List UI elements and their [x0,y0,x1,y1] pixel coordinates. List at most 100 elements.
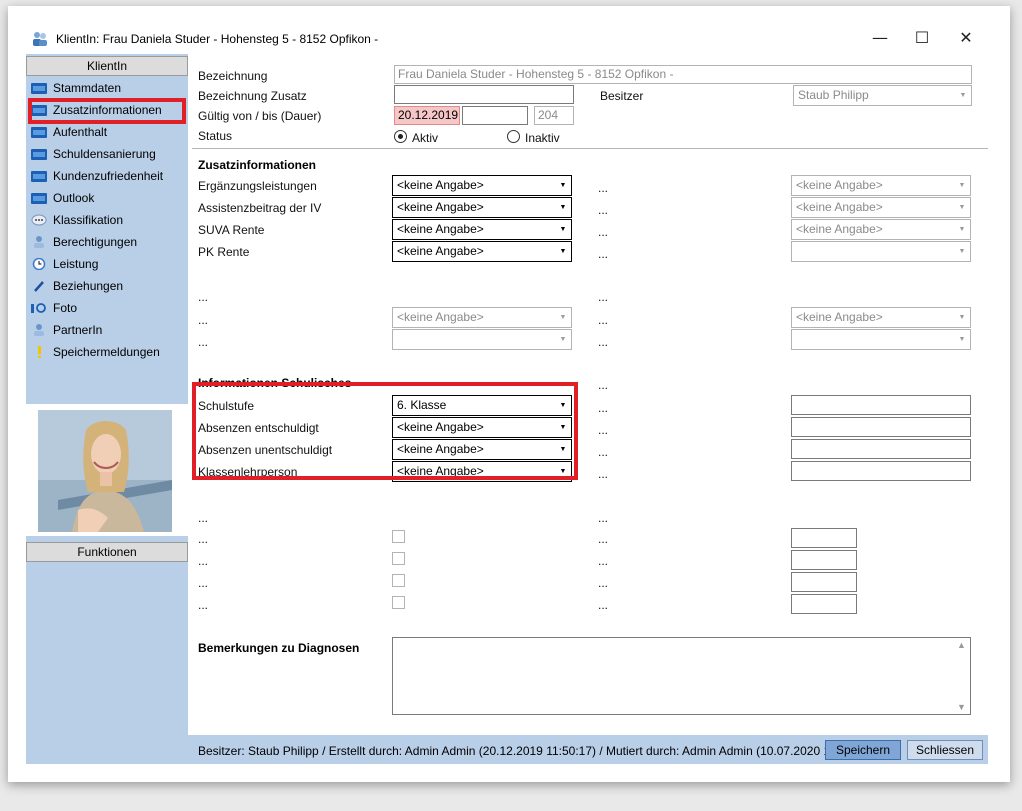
minimize-icon[interactable]: — [870,28,890,48]
schul-checkbox[interactable] [392,530,405,543]
sidebar-item-label: PartnerIn [53,323,103,337]
sidebar-item-kundenzufriedenheit[interactable]: Kundenzufriedenheit [26,165,188,187]
chevron-down-icon: ▼ [559,204,567,211]
maximize-icon[interactable]: ☐ [912,28,932,48]
chevron-down-icon: ▼ [958,182,966,189]
save-button[interactable]: Speichern [825,740,901,760]
schul-check-label: ... [198,576,209,590]
sidebar-item-schuldensanierung[interactable]: Schuldensanierung [26,143,188,165]
sidebar-item-foto[interactable]: Foto [26,297,188,319]
klassenlehrperson-value: <keine Angabe> [397,464,484,478]
sidebar-item-speichermeldungen[interactable]: Speichermeldungen [26,341,188,363]
sidebar-item-label: Leistung [53,257,99,271]
schul-check-right-label: ... [598,554,609,568]
schul-right-field[interactable] [791,461,971,481]
bemerkungen-textarea[interactable]: ▲ ▼ [392,637,971,715]
schul-right-field[interactable] [791,417,971,437]
schul-check-right-field[interactable] [791,572,857,592]
schul-check-right-field[interactable] [791,594,857,614]
sidebar: KlientIn Stammdaten Zusatzinformationen … [26,54,188,764]
window-title: KlientIn: Frau Daniela Studer - Hohenste… [56,32,379,46]
exclamation-icon [38,346,41,358]
chevron-down-icon: ▼ [959,92,967,99]
schul-check-right-field[interactable] [791,528,857,548]
absenzen-unentschuldigt-select[interactable]: <keine Angabe> ▼ [392,439,572,460]
status-inaktiv-radio[interactable] [507,130,520,143]
sidebar-item-zusatzinformationen[interactable]: Zusatzinformationen [26,99,188,121]
bezeichnung-field[interactable]: Frau Daniela Studer - Hohensteg 5 - 8152… [394,65,972,84]
zusatz-right-value: <keine Angabe> [796,222,883,236]
schul-check-label: ... [198,532,209,546]
chevron-down-icon: ▼ [559,424,567,431]
zusatz-right-label: ... [598,181,609,195]
sidebar-item-aufenthalt[interactable]: Aufenthalt [26,121,188,143]
bemerkungen-scrollbar[interactable]: ▲ ▼ [955,638,970,714]
zusatz-right-select[interactable]: <keine Angabe> ▼ [791,175,971,196]
bezeichnung-zusatz-field[interactable] [394,85,574,104]
zusatz-right-select[interactable]: ▼ [791,241,971,262]
gueltig-von-field[interactable]: 20.12.2019 [394,106,460,125]
sidebar-item-label: Beziehungen [53,279,124,293]
zusatz-select[interactable]: <keine Angabe> ▼ [392,197,572,218]
sidebar-item-beziehungen[interactable]: Beziehungen [26,275,188,297]
tag-icon [31,214,47,226]
zusatz-extra-right-select[interactable]: ▼ [791,329,971,350]
schul-checkbox[interactable] [392,574,405,587]
scroll-down-icon[interactable]: ▼ [957,702,966,712]
zusatz-extra-select[interactable]: <keine Angabe> ▼ [392,307,572,328]
absenzen-entschuldigt-value: <keine Angabe> [397,420,484,434]
besitzer-select[interactable]: Staub Philipp ▼ [793,85,972,106]
close-button[interactable]: Schliessen [907,740,983,760]
sidebar-item-outlook[interactable]: Outlook [26,187,188,209]
sidebar-item-leistung[interactable]: Leistung [26,253,188,275]
chevron-down-icon: ▼ [559,468,567,475]
zusatz-value: <keine Angabe> [397,200,484,214]
users-app-icon [33,32,47,46]
schul-right-field[interactable] [791,439,971,459]
klassenlehrperson-select[interactable]: <keine Angabe> ▼ [392,461,572,482]
status-aktiv-label: Aktiv [412,131,439,145]
sidebar-item-label: Aufenthalt [53,125,108,139]
zusatz-right-select[interactable]: <keine Angabe> ▼ [791,197,971,218]
schul-checkbox[interactable] [392,596,405,609]
zusatz-row-label: Ergänzungsleistungen [198,179,317,193]
zusatz-right-select[interactable]: <keine Angabe> ▼ [791,219,971,240]
sidebar-item-label: Zusatzinformationen [53,103,162,117]
status-aktiv-radio[interactable] [394,130,407,143]
schul-right-field[interactable] [791,395,971,415]
sidebar-item-berechtigungen[interactable]: Berechtigungen [26,231,188,253]
schul-right-label: ... [598,467,609,481]
status-inaktiv-label: Inaktiv [525,131,560,145]
zusatz-extra-select[interactable]: ▼ [392,329,572,350]
schul-row-label: Schulstufe [198,399,255,413]
sidebar-item-label: Berechtigungen [53,235,138,249]
schul-check-right-field[interactable] [791,550,857,570]
absenzen-entschuldigt-select[interactable]: <keine Angabe> ▼ [392,417,572,438]
sidebar-item-partnerin[interactable]: PartnerIn [26,319,188,341]
schul-row-label: Klassenlehrperson [198,465,298,479]
zusatz-extra-right-select[interactable]: <keine Angabe> ▼ [791,307,971,328]
schulstufe-select[interactable]: 6. Klasse ▼ [392,395,572,416]
sidebar-item-stammdaten[interactable]: Stammdaten [26,77,188,99]
gueltig-bis-field[interactable] [462,106,528,125]
client-photo [38,410,172,532]
sidebar-header-funktionen[interactable]: Funktionen [26,542,188,562]
zusatz-select[interactable]: <keine Angabe> ▼ [392,219,572,240]
sidebar-item-klassifikation[interactable]: Klassifikation [26,209,188,231]
schul-check-label: ... [198,598,209,612]
schul-right-label: ... [598,445,609,459]
schul-row-label: Absenzen entschuldigt [198,421,319,435]
close-icon[interactable]: ✕ [956,28,976,48]
besitzer-value: Staub Philipp [798,88,869,102]
dauer-field[interactable]: 204 [534,106,574,125]
zusatz-right-value: <keine Angabe> [796,178,883,192]
sidebar-header-klientin[interactable]: KlientIn [26,56,188,76]
zusatz-select[interactable]: <keine Angabe> ▼ [392,241,572,262]
scroll-up-icon[interactable]: ▲ [957,640,966,650]
zusatz-select[interactable]: <keine Angabe> ▼ [392,175,572,196]
schul-checkbox[interactable] [392,552,405,565]
schul-subheading-right: ... [598,511,609,525]
camera-icon [31,303,46,313]
schul-section-title-right: ... [598,378,609,392]
folder-icon [31,171,47,182]
